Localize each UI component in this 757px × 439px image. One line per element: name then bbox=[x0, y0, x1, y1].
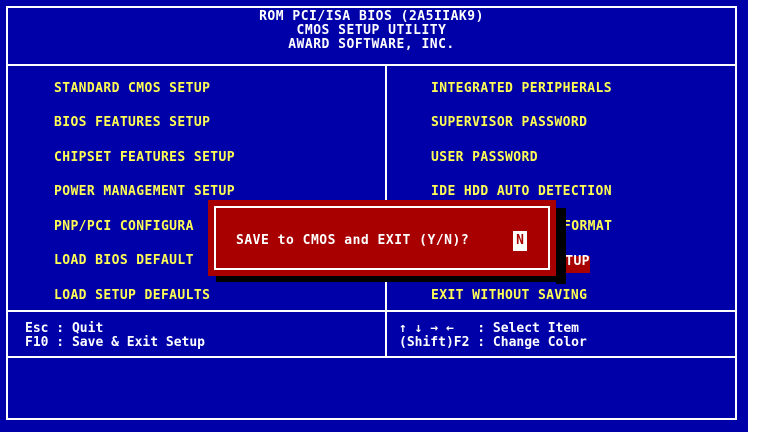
dialog-shadow-bottom bbox=[216, 276, 566, 282]
menu-load-bios-defaults[interactable]: LOAD BIOS DEFAULT bbox=[54, 253, 194, 269]
menu-exit-without-saving[interactable]: EXIT WITHOUT SAVING bbox=[431, 288, 587, 304]
help-column-divider bbox=[385, 312, 387, 356]
help-select-item: ↑ ↓ → ← : Select Item bbox=[399, 321, 580, 336]
menu-power-management-setup[interactable]: POWER MANAGEMENT SETUP bbox=[54, 184, 235, 200]
dialog-answer-field[interactable]: N bbox=[513, 231, 527, 251]
dialog-shadow-right bbox=[556, 208, 566, 284]
menu-supervisor-password[interactable]: SUPERVISOR PASSWORD bbox=[431, 115, 587, 131]
menu-user-password[interactable]: USER PASSWORD bbox=[431, 150, 538, 166]
status-divider bbox=[6, 356, 737, 358]
menu-bios-features-setup[interactable]: BIOS FEATURES SETUP bbox=[54, 115, 210, 131]
menu-integrated-peripherals[interactable]: INTEGRATED PERIPHERALS bbox=[431, 81, 612, 97]
menu-ide-hdd-auto-detection[interactable]: IDE HDD AUTO DETECTION bbox=[431, 184, 612, 200]
menu-standard-cmos-setup[interactable]: STANDARD CMOS SETUP bbox=[54, 81, 210, 97]
help-change-color: (Shift)F2 : Change Color bbox=[399, 335, 587, 350]
menu-chipset-features-setup[interactable]: CHIPSET FEATURES SETUP bbox=[54, 150, 235, 166]
vendor-title: AWARD SOFTWARE, INC. bbox=[288, 37, 455, 52]
help-esc-quit: Esc : Quit bbox=[25, 321, 104, 336]
menu-hdd-low-level-format[interactable]: FORMAT bbox=[563, 219, 612, 235]
help-f10-save-exit: F10 : Save & Exit Setup bbox=[25, 335, 206, 350]
menu-load-setup-defaults[interactable]: LOAD SETUP DEFAULTS bbox=[54, 288, 210, 304]
bios-title: ROM PCI/ISA BIOS (2A5IIAK9) bbox=[259, 9, 484, 24]
help-divider-top bbox=[6, 310, 737, 312]
dialog-prompt: SAVE to CMOS and EXIT (Y/N)? bbox=[236, 233, 470, 248]
menu-pnp-pci-configuration[interactable]: PNP/PCI CONFIGURA bbox=[54, 219, 194, 235]
header-divider bbox=[6, 64, 737, 66]
save-exit-dialog: SAVE to CMOS and EXIT (Y/N)? N bbox=[208, 200, 556, 276]
utility-title: CMOS SETUP UTILITY bbox=[296, 23, 447, 38]
